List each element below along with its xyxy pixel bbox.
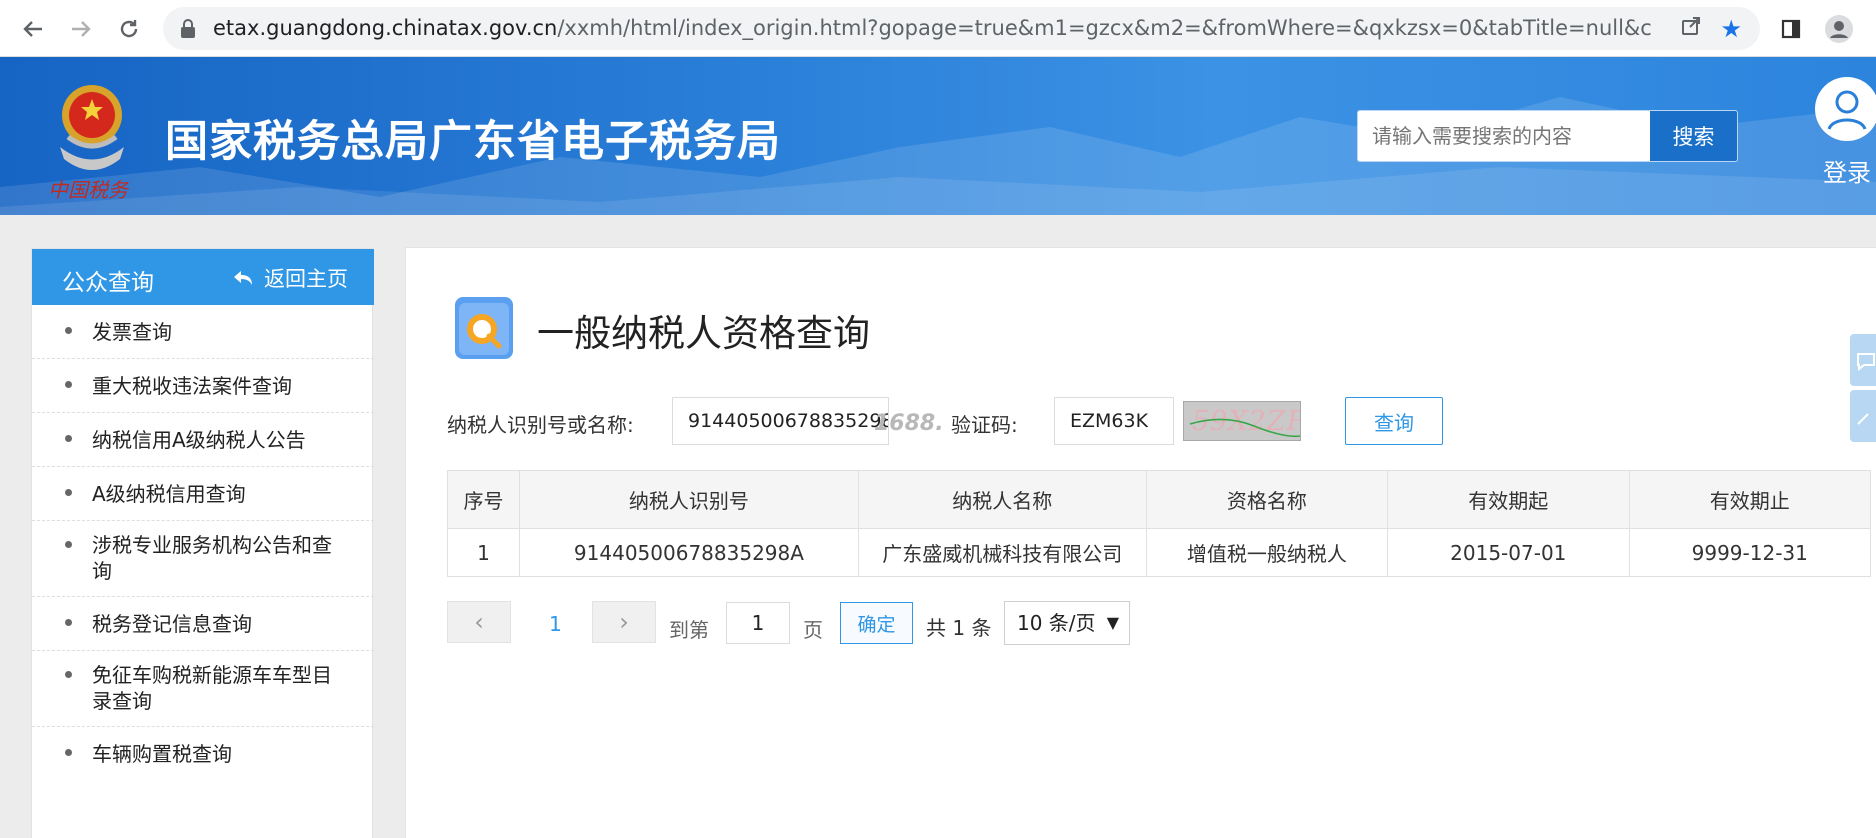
- sidebar-title: 公众查询: [62, 270, 154, 296]
- query-button[interactable]: 查询: [1345, 397, 1443, 445]
- current-page-number[interactable]: 1: [549, 612, 562, 636]
- sidebar-item-label: A级纳税信用查询: [92, 482, 246, 506]
- next-page-button[interactable]: ›: [592, 601, 656, 643]
- sidebar-item-label: 免征车购税新能源车车型目录查询: [92, 663, 332, 713]
- bullet-icon: [65, 327, 72, 334]
- url-text: etax.guangdong.chinatax.gov.cn/xxmh/html…: [213, 16, 1653, 40]
- taxpayer-id-input[interactable]: 91440500678835298A: [672, 397, 889, 445]
- chevron-down-icon: ▼: [1106, 613, 1119, 632]
- page-root: { "browser": { "url_host": "etax.guangdo…: [0, 0, 1876, 838]
- column-header: 序号: [447, 470, 520, 529]
- total-count: 共 1 条: [926, 616, 992, 640]
- national-emblem-logo: 中国税务: [48, 85, 130, 202]
- table-cell: 1: [447, 528, 520, 577]
- site-search: 搜索: [1357, 110, 1738, 162]
- back-arrow-icon: [234, 271, 252, 285]
- goto-prefix: 到第: [669, 618, 709, 642]
- table-cell: 广东盛威机械科技有限公司: [857, 528, 1147, 577]
- chat-float-icon[interactable]: [1850, 334, 1876, 386]
- bullet-icon: [65, 671, 72, 678]
- sidebar-item-ev-catalog[interactable]: 免征车购税新能源车车型目录查询: [32, 651, 374, 727]
- bullet-icon: [65, 489, 72, 496]
- sidebar-item-credit-query[interactable]: A级纳税信用查询: [32, 467, 374, 521]
- column-header: 有效期起: [1387, 470, 1630, 529]
- table-cell: 91440500678835298A: [518, 528, 859, 577]
- user-icon: [1815, 77, 1876, 141]
- page-size-value: 10 条/页: [1017, 611, 1096, 635]
- bookmark-star-icon[interactable]: ★: [1720, 15, 1742, 43]
- login-label: 登录: [1823, 159, 1871, 187]
- sidebar-item-agency[interactable]: 涉税专业服务机构公告和查询: [32, 521, 374, 597]
- sidebar-item-invoice[interactable]: 发票查询: [32, 305, 374, 359]
- column-header: 资格名称: [1145, 470, 1389, 529]
- back-to-top-icon[interactable]: [1850, 390, 1876, 442]
- search-document-icon: [455, 297, 513, 359]
- column-header: 纳税人名称: [857, 470, 1147, 529]
- sidebar-toggle-icon[interactable]: [1774, 12, 1808, 46]
- svg-text:中国税务: 中国税务: [48, 178, 130, 202]
- column-header: 有效期止: [1628, 470, 1871, 529]
- sidebar-item-label: 车辆购置税查询: [92, 742, 232, 766]
- main-panel: 一般纳税人资格查询 纳税人识别号或名称: 91440500678835298A …: [405, 247, 1876, 838]
- goto-confirm-button[interactable]: 确定: [840, 602, 913, 644]
- sidebar-item-credit-notice[interactable]: 纳税信用A级纳税人公告: [32, 413, 374, 467]
- sidebar-item-label: 重大税收违法案件查询: [92, 374, 292, 398]
- browser-toolbar: etax.guangdong.chinatax.gov.cn/xxmh/html…: [0, 0, 1876, 57]
- prev-page-button[interactable]: ‹: [447, 601, 511, 643]
- address-bar[interactable]: etax.guangdong.chinatax.gov.cn/xxmh/html…: [163, 7, 1760, 50]
- table-row: 1 91440500678835298A 广东盛威机械科技有限公司 增值税一般纳…: [447, 528, 1871, 577]
- table-header-row: 序号 纳税人识别号 纳税人名称 资格名称 有效期起 有效期止: [447, 470, 1871, 529]
- captcha-label: 验证码:: [951, 413, 1018, 437]
- column-header: 纳税人识别号: [518, 470, 859, 529]
- page-size-select[interactable]: 10 条/页 ▼: [1004, 601, 1130, 645]
- captcha-noise-icon: [1189, 418, 1300, 438]
- site-header: 中国税务 国家税务总局广东省电子税务局 搜索 登录: [0, 57, 1876, 215]
- search-button[interactable]: 搜索: [1650, 111, 1737, 161]
- bullet-icon: [65, 541, 72, 548]
- back-home-label: 返回主页: [264, 267, 348, 291]
- back-arrow-icon[interactable]: [16, 12, 50, 46]
- table-cell: 增值税一般纳税人: [1145, 528, 1389, 577]
- taxpayer-label: 纳税人识别号或名称:: [447, 413, 634, 437]
- search-input[interactable]: [1358, 111, 1651, 161]
- goto-suffix: 页: [803, 618, 823, 642]
- sidebar-item-label: 税务登记信息查询: [92, 612, 252, 636]
- bullet-icon: [65, 619, 72, 626]
- captcha-image[interactable]: 59X2ZP: [1183, 401, 1301, 441]
- sidebar-item-violation[interactable]: 重大税收违法案件查询: [32, 359, 374, 413]
- goto-page-input[interactable]: 1: [726, 602, 790, 644]
- sidebar-item-label: 涉税专业服务机构公告和查询: [92, 533, 332, 583]
- captcha-input[interactable]: EZM63K: [1054, 397, 1174, 445]
- table-cell: 2015-07-01: [1387, 528, 1630, 577]
- page-title: 一般纳税人资格查询: [537, 312, 870, 355]
- reload-icon[interactable]: [112, 12, 146, 46]
- bullet-icon: [65, 749, 72, 756]
- table-cell: 9999-12-31: [1628, 528, 1871, 577]
- login-button[interactable]: 登录: [1812, 77, 1876, 197]
- sidebar: 公众查询 返回主页 发票查询 重大税收违法案件查询 纳税信用A级纳税人公告 A级…: [31, 248, 374, 838]
- forward-arrow-icon[interactable]: [64, 12, 98, 46]
- sidebar-item-label: 纳税信用A级纳税人公告: [92, 428, 306, 452]
- watermark-text: 1688.: [874, 411, 944, 436]
- bullet-icon: [65, 381, 72, 388]
- share-icon[interactable]: [1680, 15, 1702, 43]
- site-title: 国家税务总局广东省电子税务局: [165, 117, 781, 167]
- sidebar-item-vehicle-tax[interactable]: 车辆购置税查询: [32, 727, 374, 781]
- back-home-button[interactable]: 返回主页: [232, 263, 348, 293]
- lock-icon: [181, 19, 195, 38]
- sidebar-item-registration[interactable]: 税务登记信息查询: [32, 597, 374, 651]
- profile-icon[interactable]: [1822, 12, 1856, 46]
- result-table: 序号 纳税人识别号 纳税人名称 资格名称 有效期起 有效期止 1 9144050…: [447, 470, 1871, 577]
- sidebar-item-label: 发票查询: [92, 320, 172, 344]
- bullet-icon: [65, 435, 72, 442]
- sidebar-header: 公众查询 返回主页: [32, 249, 374, 305]
